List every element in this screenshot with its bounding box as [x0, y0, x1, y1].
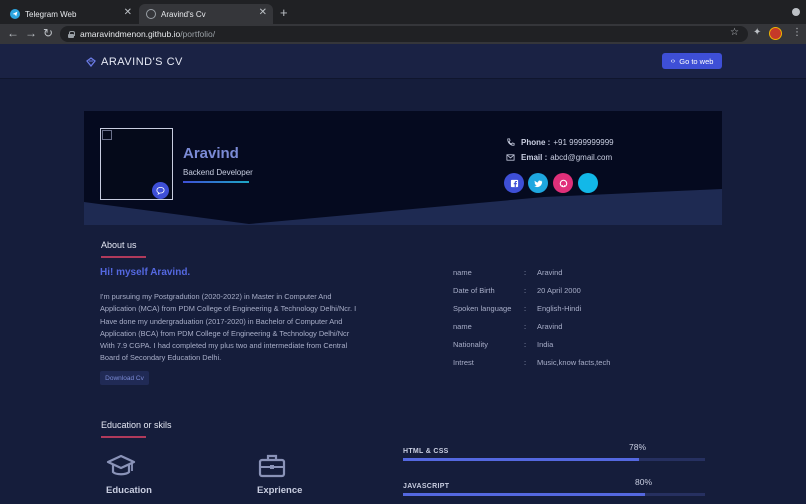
bookmark-star-icon[interactable]: ☆	[730, 27, 739, 38]
detail-value: 20 April 2000	[537, 286, 581, 295]
skill-bar-track	[403, 493, 705, 496]
broken-image-icon	[102, 130, 112, 140]
url-path: /portfolio/	[180, 29, 216, 39]
facebook-icon[interactable]	[504, 173, 524, 193]
brand-name: ARAVIND'S CV	[101, 56, 183, 68]
detail-colon: :	[524, 304, 527, 313]
briefcase-icon	[258, 454, 286, 478]
link-icon[interactable]	[578, 173, 598, 193]
go-to-web-button[interactable]: ‹› Go to web	[662, 53, 722, 69]
graduation-cap-icon	[106, 454, 136, 476]
phone-value: +91 9999999999	[553, 138, 614, 147]
skill-bar-track	[403, 458, 705, 461]
detail-key: Intrest	[453, 358, 474, 367]
detail-key: name	[453, 268, 472, 277]
education-underline	[101, 436, 146, 438]
role-underline	[183, 181, 249, 183]
profile-name: Aravind	[183, 145, 239, 162]
brand[interactable]: ARAVIND'S CV	[86, 56, 183, 68]
url-host: amaravindmenon.github.io	[80, 29, 181, 39]
site-header: ARAVIND'S CV ‹› Go to web	[0, 44, 806, 79]
new-tab-icon[interactable]: +	[280, 5, 288, 20]
telegram-icon	[10, 9, 20, 19]
detail-key: Date of Birth	[453, 286, 495, 295]
phone-icon	[507, 138, 515, 146]
email-contact: Email : abcd@gmail.com	[506, 153, 612, 162]
github-icon[interactable]	[553, 173, 573, 193]
detail-value: India	[537, 340, 554, 349]
detail-colon: :	[524, 268, 527, 277]
about-underline	[101, 256, 146, 258]
detail-key: name	[453, 322, 472, 331]
phone-label: Phone :	[521, 138, 551, 147]
detail-colon: :	[524, 286, 527, 295]
tab-telegram-web[interactable]: Telegram Web ✕	[0, 4, 138, 24]
skill-bar-fill	[403, 458, 639, 461]
globe-icon	[146, 9, 156, 19]
profile-hero	[84, 111, 722, 225]
browser-tab-bar: Telegram Web ✕ Aravind's Cv ✕ +	[0, 0, 806, 24]
profile-role: Backend Developer	[183, 168, 253, 177]
logo-icon	[86, 57, 96, 67]
reload-icon[interactable]: ↻	[43, 26, 53, 40]
about-greeting: Hi! myself Aravind.	[100, 267, 191, 278]
detail-value: Aravind	[537, 322, 563, 331]
skill-percent: 78%	[629, 442, 647, 452]
detail-colon: :	[524, 322, 527, 331]
profile-avatar[interactable]	[769, 27, 782, 40]
menu-kebab-icon[interactable]: ⋮	[792, 27, 802, 38]
download-cv-button[interactable]: Download Cv	[100, 371, 149, 385]
skill-percent: 80%	[635, 477, 653, 487]
tab-aravinds-cv[interactable]: Aravind's Cv ✕	[139, 4, 273, 24]
close-tab-icon[interactable]: ✕	[124, 7, 132, 18]
tab-label: Aravind's Cv	[161, 9, 206, 19]
extensions-puzzle-icon[interactable]: ✦	[753, 27, 761, 38]
close-tab-icon[interactable]: ✕	[259, 7, 267, 18]
chat-bubble-icon[interactable]	[152, 182, 169, 199]
tab-label: Telegram Web	[25, 9, 77, 19]
go-to-web-label: Go to web	[679, 56, 714, 66]
email-label: Email :	[521, 153, 548, 162]
detail-key: Spoken language	[453, 304, 512, 313]
browser-toolbar: ← → ↻ amaravindmenon.github.io/portfolio…	[0, 24, 806, 44]
detail-value: Aravind	[537, 268, 563, 277]
lock-icon	[68, 30, 75, 38]
skill-name: JAVASCRIPT	[403, 483, 450, 490]
twitter-icon[interactable]	[528, 173, 548, 193]
back-icon[interactable]: ←	[7, 26, 19, 40]
skill-name: HTML & CSS	[403, 448, 449, 455]
detail-value: English-Hindi	[537, 304, 582, 313]
code-icon: ‹›	[670, 57, 676, 65]
tab-search-icon[interactable]	[792, 8, 800, 16]
detail-key: Nationality	[453, 340, 489, 349]
phone-contact: Phone : +91 9999999999	[506, 138, 614, 147]
education-card-label: Education	[106, 485, 152, 496]
skill-bar-fill	[403, 493, 645, 496]
education-title: Education or skils	[101, 420, 172, 430]
detail-colon: :	[524, 340, 527, 349]
forward-icon[interactable]: →	[25, 26, 37, 40]
detail-value: Music,know facts,tech	[537, 358, 611, 367]
experience-card-label: Exprience	[257, 485, 303, 496]
about-text: I'm pursuing my Postgradution (2020-2022…	[100, 292, 357, 363]
mail-icon	[506, 154, 515, 161]
about-title: About us	[101, 240, 137, 250]
detail-colon: :	[524, 358, 527, 367]
address-bar[interactable]: amaravindmenon.github.io/portfolio/	[60, 26, 748, 42]
email-value: abcd@gmail.com	[550, 153, 613, 162]
